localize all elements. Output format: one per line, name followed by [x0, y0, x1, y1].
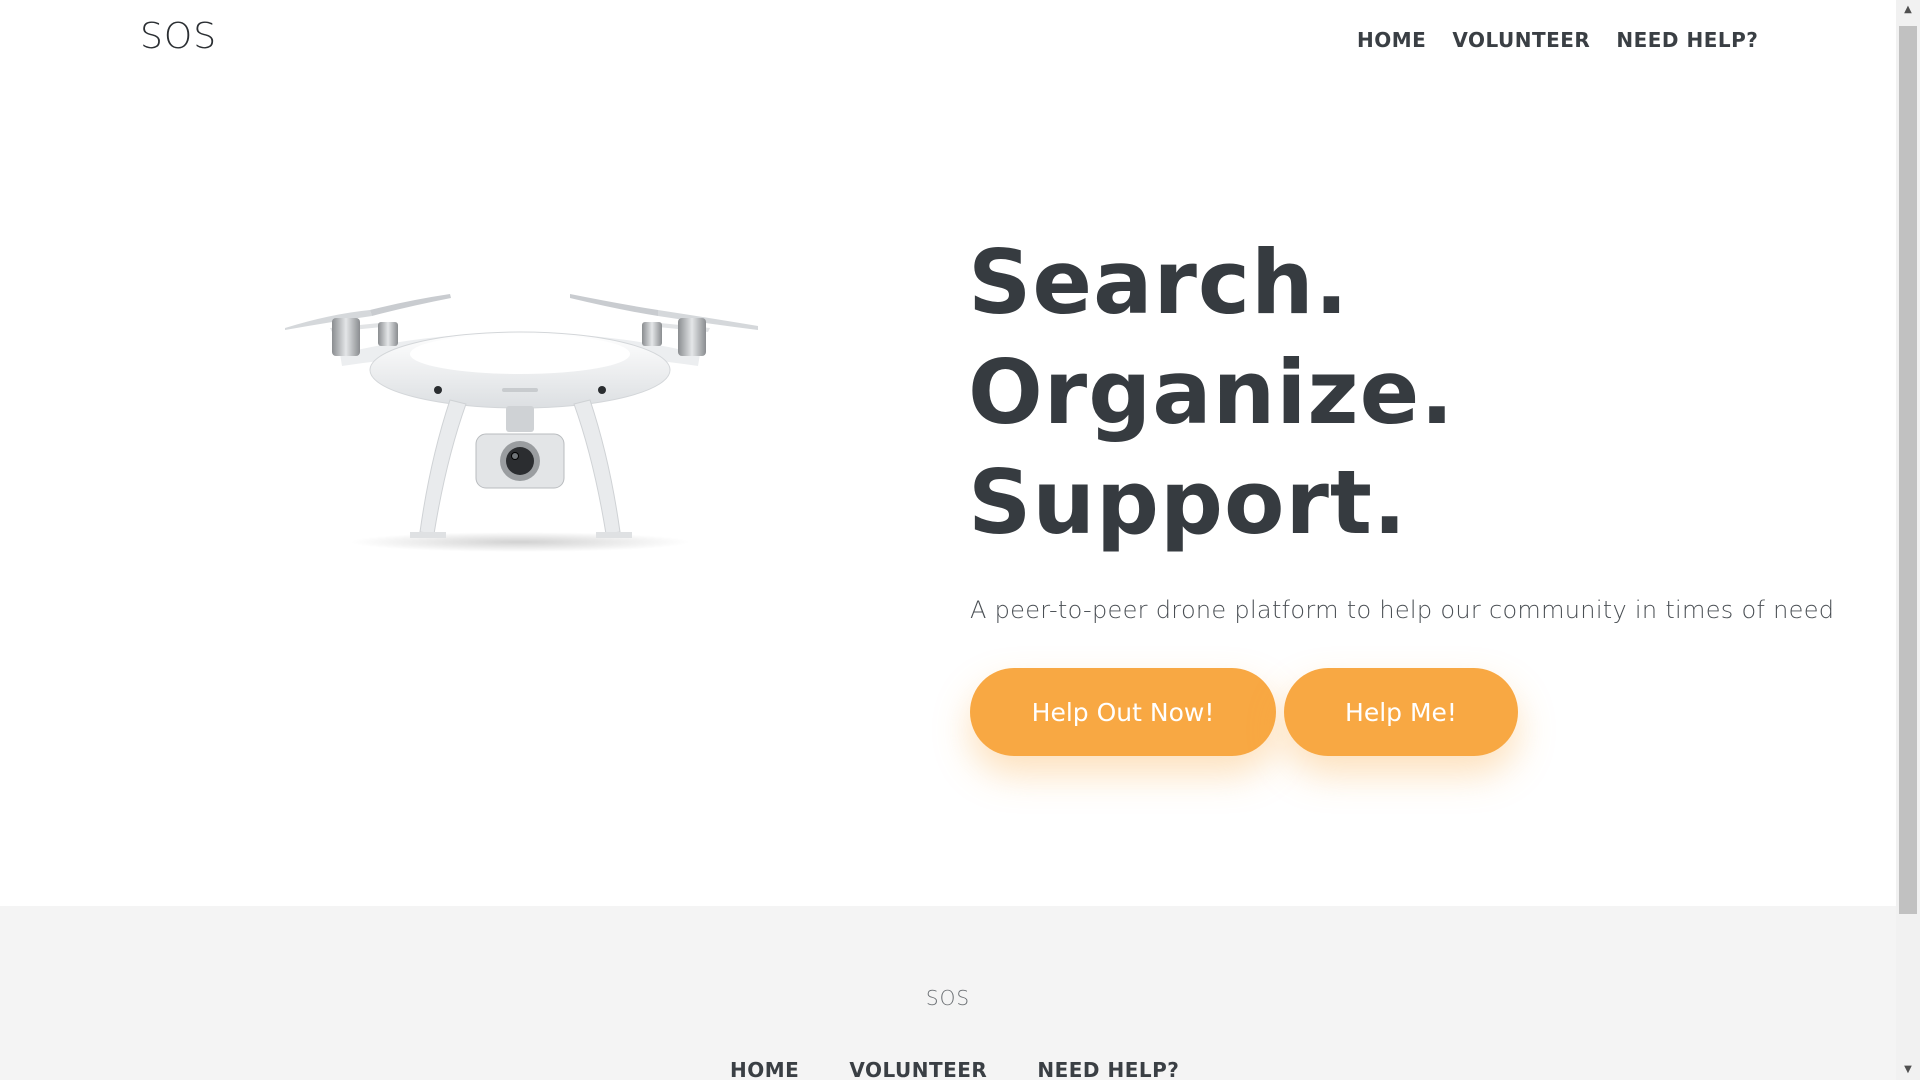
top-nav: HOME VOLUNTEER NEED HELP?	[1357, 28, 1758, 52]
footer-volunteer-link[interactable]: VOLUNTEER	[849, 1058, 987, 1080]
footer-home-link[interactable]: HOME	[730, 1058, 799, 1080]
footer-need-help-link[interactable]: NEED HELP?	[1037, 1058, 1179, 1080]
headline-search: Search.	[968, 231, 1350, 334]
footer-nav: HOME VOLUNTEER NEED HELP?	[730, 1058, 1179, 1080]
hero-tagline: A peer-to-peer drone platform to help ou…	[970, 596, 1835, 624]
scroll-down-arrow-icon[interactable]: ▼	[1896, 1060, 1920, 1080]
footer: SOS HOME VOLUNTEER NEED HELP?	[0, 906, 1896, 1080]
nav-volunteer-link[interactable]: VOLUNTEER	[1452, 28, 1590, 52]
headline-organize: Organize.	[968, 341, 1455, 444]
help-me-button[interactable]: Help Me!	[1284, 668, 1518, 756]
scroll-up-arrow-icon[interactable]: ▲	[1896, 0, 1920, 20]
page: SOS HOME VOLUNTEER NEED HELP? Search. Or…	[0, 0, 1920, 1080]
scroll-thumb[interactable]	[1899, 26, 1917, 914]
brand-logo[interactable]: SOS	[140, 16, 217, 57]
hero-headline: Search. Organize. Support.	[968, 228, 1455, 558]
vertical-scrollbar[interactable]: ▲ ▼	[1896, 0, 1920, 1080]
help-out-now-button[interactable]: Help Out Now!	[970, 668, 1276, 756]
headline-support: Support.	[968, 451, 1408, 554]
footer-brand: SOS	[925, 986, 971, 1010]
nav-need-help-link[interactable]: NEED HELP?	[1616, 28, 1758, 52]
nav-home-link[interactable]: HOME	[1357, 28, 1426, 52]
drone-image	[285, 294, 758, 552]
